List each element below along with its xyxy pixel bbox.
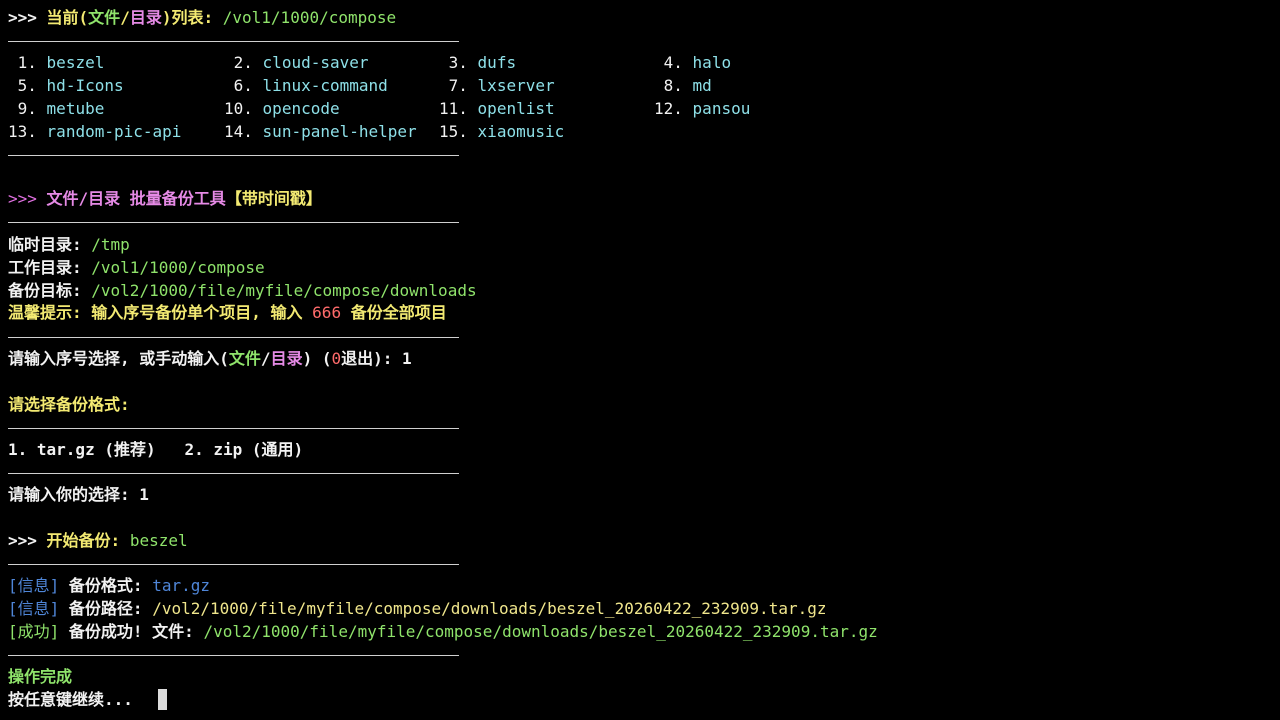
header-label-b: )列表: — [161, 8, 214, 27]
list-item[interactable]: 1. beszel — [8, 52, 105, 74]
header-path: /vol1/1000/compose — [213, 8, 397, 27]
log-tag: [信息] — [8, 576, 60, 595]
choice-input-value: 1 — [139, 485, 149, 504]
work-dir-line: 工作目录: /vol1/1000/compose — [8, 257, 265, 279]
list-item[interactable]: 8. md — [654, 75, 712, 97]
list-item[interactable]: 9. metube — [8, 98, 105, 120]
log-tag: [信息] — [8, 599, 60, 618]
log-value: tar.gz — [152, 576, 210, 595]
terminal-window[interactable]: >>> 当前(文件/目录)列表: /vol1/1000/compose 1. b… — [0, 0, 1280, 720]
format-prompt: 请选择备份格式: — [8, 395, 130, 414]
tip-text-a: 温馨提示: 输入序号备份单个项目, 输入 — [8, 303, 313, 322]
selection-prompt: 请输入序号选择, 或手动输入(文件/目录) (0退出): 1 — [8, 349, 412, 368]
terminal-cursor[interactable] — [158, 689, 167, 710]
tool-name: 文件/目录 批量备份工具 — [46, 189, 226, 208]
work-dir-label: 工作目录: — [8, 258, 82, 277]
header-label-a: 当前( — [46, 8, 89, 27]
list-header: >>> 当前(文件/目录)列表: /vol1/1000/compose — [8, 7, 396, 29]
tip-text-b: 备份全部项目 — [341, 303, 447, 322]
divider — [8, 41, 459, 42]
divider — [8, 155, 459, 156]
list-item[interactable]: 3. dufs — [439, 52, 516, 74]
list-item[interactable]: 13. random-pic-api — [8, 121, 181, 143]
selection-input-value: 1 — [402, 349, 412, 368]
start-label: 开始备份: — [46, 531, 130, 550]
start-target: beszel — [129, 531, 188, 550]
target-dir-value: /vol2/1000/file/myfile/compose/downloads — [81, 281, 477, 300]
tool-tag: 【带时间戳】 — [225, 189, 322, 208]
target-dir-line: 备份目标: /vol2/1000/file/myfile/compose/dow… — [8, 280, 477, 302]
divider — [8, 564, 459, 565]
done-message: 操作完成 — [8, 667, 73, 686]
target-dir-label: 备份目标: — [8, 281, 82, 300]
header-slash: / — [120, 8, 130, 27]
list-item[interactable]: 2. cloud-saver — [224, 52, 369, 74]
divider — [8, 473, 459, 474]
list-item[interactable]: 11. openlist — [439, 98, 555, 120]
temp-dir-line: 临时目录: /tmp — [8, 234, 130, 256]
divider — [8, 655, 459, 656]
list-item[interactable]: 7. lxserver — [439, 75, 555, 97]
log-value: /vol2/1000/file/myfile/compose/downloads… — [203, 622, 878, 641]
list-item[interactable]: 12. pansou — [654, 98, 750, 120]
prompt-marker: >>> — [8, 531, 47, 550]
log-value: /vol2/1000/file/myfile/compose/downloads… — [152, 599, 827, 618]
temp-dir-value: /tmp — [81, 235, 130, 254]
continue-prompt: 按任意键继续... — [8, 690, 133, 709]
prompt-marker: >>> — [8, 8, 47, 27]
format-options: 1. tar.gz (推荐) 2. zip (通用) — [8, 440, 304, 459]
header-word-file: 文件 — [88, 8, 121, 27]
tool-title: >>> 文件/目录 批量备份工具【带时间戳】 — [8, 188, 322, 210]
divider — [8, 222, 459, 223]
log-line-info: [信息] 备份格式: tar.gz — [8, 576, 210, 595]
prompt-marker: >>> — [8, 189, 47, 208]
divider — [8, 337, 459, 338]
header-word-dir: 目录 — [129, 8, 162, 27]
list-item[interactable]: 6. linux-command — [224, 75, 388, 97]
choice-prompt: 请输入你的选择: 1 — [8, 485, 149, 504]
tip-number: 666 — [312, 303, 342, 322]
list-item[interactable]: 14. sun-panel-helper — [224, 121, 417, 143]
tip-line: 温馨提示: 输入序号备份单个项目, 输入 666 备份全部项目 — [8, 302, 447, 324]
log-tag: [成功] — [8, 622, 60, 641]
temp-dir-label: 临时目录: — [8, 235, 82, 254]
list-item[interactable]: 15. xiaomusic — [439, 121, 564, 143]
log-line-info: [信息] 备份路径: /vol2/1000/file/myfile/compos… — [8, 599, 827, 618]
log-line-success: [成功] 备份成功! 文件: /vol2/1000/file/myfile/co… — [8, 622, 878, 641]
list-item[interactable]: 5. hd-Icons — [8, 75, 124, 97]
divider — [8, 428, 459, 429]
list-item[interactable]: 10. opencode — [224, 98, 340, 120]
work-dir-value: /vol1/1000/compose — [81, 258, 265, 277]
start-backup-line: >>> 开始备份: beszel — [8, 530, 188, 552]
list-item[interactable]: 4. halo — [654, 52, 731, 74]
